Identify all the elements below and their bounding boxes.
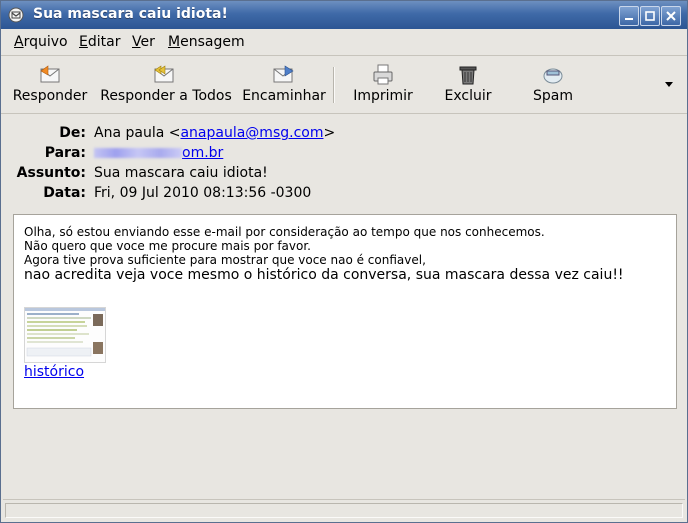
status-bar: [3, 499, 685, 520]
to-email-link[interactable]: om.br: [94, 145, 223, 161]
attachment-link[interactable]: histórico: [24, 364, 84, 380]
menu-bar: Arquivo Editar Ver Mensagem: [1, 29, 687, 56]
attachment-thumbnail[interactable]: [24, 307, 106, 363]
reply-label: Responder: [12, 88, 88, 104]
close-icon: [666, 11, 676, 21]
forward-label: Encaminhar: [242, 88, 326, 104]
date-label: Data:: [43, 185, 86, 201]
window-title: Sua mascara caiu idiota!: [33, 6, 228, 22]
spam-icon: [543, 68, 563, 84]
from-email-link[interactable]: anapaula@msg.com: [180, 125, 323, 141]
reply-icon: [40, 65, 60, 83]
spam-label: Spam: [533, 88, 573, 104]
menu-label: ensagem: [180, 34, 245, 50]
menu-accel: A: [14, 34, 24, 50]
to-email-suffix: om.br: [182, 145, 224, 161]
forward-button[interactable]: Encaminhar: [241, 62, 327, 110]
screenshot-thumbnail-image: [25, 308, 105, 362]
title-bar[interactable]: Sua mascara caiu idiota!: [1, 1, 687, 29]
menu-label: er: [140, 34, 155, 50]
forward-icon: [273, 65, 294, 83]
date-value: Fri, 09 Jul 2010 08:13:56 -0300: [94, 185, 312, 201]
message-body-frame: Olha, só estou enviando esse e-mail por …: [6, 204, 685, 497]
minimize-icon: [625, 18, 633, 20]
from-name: Ana paula <: [94, 125, 181, 141]
print-label: Imprimir: [353, 88, 413, 104]
message-headers: De: Ana paula <anapaula@msg.com> Para: o…: [6, 114, 685, 204]
delete-button[interactable]: Excluir: [437, 62, 499, 110]
menu-accel: E: [79, 34, 88, 50]
from-value: Ana paula <anapaula@msg.com>: [94, 125, 335, 141]
maximize-button[interactable]: [640, 6, 660, 26]
maximize-icon: [645, 11, 655, 21]
body-line: Agora tive prova suficiente para mostrar…: [24, 253, 426, 267]
toolbar-overflow-icon[interactable]: [663, 81, 675, 89]
to-label: Para:: [44, 145, 86, 161]
reply-all-button[interactable]: Responder a Todos: [96, 62, 236, 110]
toolbar: Responder Responder a Todos Encaminhar I…: [1, 56, 687, 114]
reply-all-icon: [154, 65, 174, 83]
minimize-button[interactable]: [619, 6, 639, 26]
spam-button[interactable]: Spam: [523, 62, 583, 110]
mail-app-icon: [8, 7, 24, 23]
reply-all-label: Responder a Todos: [100, 88, 232, 104]
menu-accel: V: [132, 34, 141, 50]
menu-ver[interactable]: Ver: [132, 34, 155, 50]
menu-accel: M: [168, 34, 181, 50]
print-button[interactable]: Imprimir: [349, 62, 417, 110]
from-label: De:: [59, 125, 86, 141]
menu-editar[interactable]: Editar: [79, 34, 120, 50]
message-window: Sua mascara caiu idiota! Arquivo Editar …: [0, 0, 688, 523]
menu-arquivo[interactable]: Arquivo: [14, 34, 68, 50]
menu-mensagem[interactable]: Mensagem: [168, 34, 245, 50]
toolbar-separator: [333, 67, 335, 103]
redacted-blur: [94, 148, 182, 158]
status-field: [5, 503, 683, 518]
subject-label: Assunto:: [16, 165, 86, 181]
reply-button[interactable]: Responder: [9, 62, 91, 110]
message-body[interactable]: Olha, só estou enviando esse e-mail por …: [13, 214, 677, 409]
delete-label: Excluir: [444, 88, 492, 104]
trash-icon: [459, 66, 477, 85]
from-close: >: [323, 125, 336, 141]
menu-label: rquivo: [23, 34, 68, 50]
menu-label: ditar: [87, 34, 121, 50]
close-button[interactable]: [661, 6, 681, 26]
body-line: Não quero que voce me procure mais por f…: [24, 239, 311, 253]
body-line: nao acredita veja voce mesmo o histórico…: [24, 267, 624, 283]
subject-value: Sua mascara caiu idiota!: [94, 165, 268, 181]
body-line: Olha, só estou enviando esse e-mail por …: [24, 225, 545, 239]
printer-icon: [373, 64, 393, 85]
